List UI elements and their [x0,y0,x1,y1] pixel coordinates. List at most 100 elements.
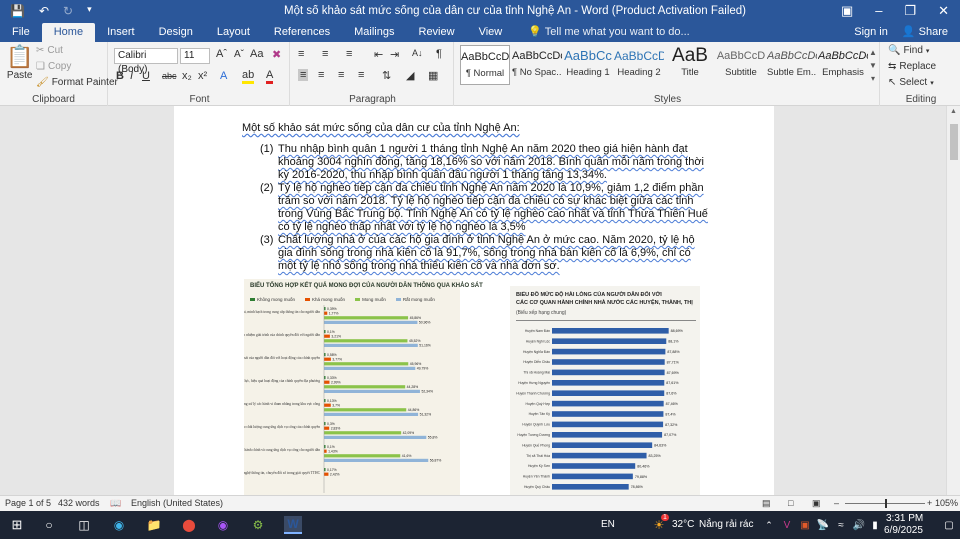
justify-icon[interactable]: ≡ [358,69,364,81]
network-icon[interactable]: 📡 [814,516,832,534]
decrease-indent-icon[interactable]: ⇤ [374,48,383,61]
save-icon[interactable]: 💾 [10,4,25,18]
customize-qat-icon[interactable]: ▾ [87,4,92,18]
superscript-icon[interactable]: x² [198,70,207,82]
messenger-icon[interactable]: ◉ [214,516,232,534]
font-color-icon[interactable]: A [266,70,274,84]
clock-time[interactable]: 3:31 PM [886,513,923,524]
zoom-out-icon[interactable]: – [834,498,839,508]
style-emphasis[interactable]: AaBbCcDc Emphasis [818,45,868,85]
restore-icon[interactable]: ❐ [904,3,916,19]
tab-references[interactable]: References [262,23,342,42]
underline-icon[interactable]: U [142,70,150,82]
style-no-spacing[interactable]: AaBbCcDc ¶ No Spac... [512,45,562,85]
share-button[interactable]: 👤 Share [902,23,948,42]
change-case-icon[interactable]: Aa [250,48,263,60]
cut-button[interactable]: ✂ Cut [36,45,63,56]
document-area[interactable]: Một số khảo sát mức sống của dân cư của … [0,106,946,495]
zoom-level[interactable]: 105% [935,498,958,508]
copy-button[interactable]: ❏ Copy [36,61,71,72]
align-right-icon[interactable]: ≡ [338,69,344,81]
tab-design[interactable]: Design [147,23,205,42]
tab-home[interactable]: Home [41,23,96,42]
task-view-icon[interactable]: ◫ [75,516,93,534]
pilcrow-icon[interactable]: ¶ [436,48,442,60]
notification-icon[interactable]: ▢ [940,516,958,534]
style-heading-1[interactable]: AaBbCc Heading 1 [563,45,613,85]
multilevel-list-icon[interactable]: ≡ [346,48,352,60]
file-explorer-icon[interactable]: 📁 [145,516,163,534]
shrink-font-icon[interactable]: Aˇ [234,49,244,60]
zoom-slider[interactable] [845,499,925,508]
numbering-icon[interactable]: ≡ [322,48,328,60]
input-language[interactable]: EN [601,519,615,530]
strikethrough-icon[interactable]: abc [162,71,177,81]
find-button[interactable]: 🔍 Find ▾ [888,45,929,56]
style-title[interactable]: AaB Title [665,45,715,85]
align-center-icon[interactable]: ≡ [318,69,324,81]
ribbon-display-icon[interactable]: ▣ [841,3,853,19]
subscript-icon[interactable]: x₂ [182,70,192,82]
style-subtle-emphasis[interactable]: AaBbCcDc Subtle Em... [767,45,817,85]
scroll-up-icon[interactable]: ▲ [950,108,957,115]
bullets-icon[interactable]: ≡ [298,48,304,60]
close-icon[interactable]: ✕ [938,3,949,19]
proofing-icon[interactable]: 📖 [110,498,121,509]
highlight-icon[interactable]: ab [242,70,255,84]
tab-review[interactable]: Review [407,23,467,42]
web-layout-icon[interactable]: ▣ [812,498,821,509]
chevron-up-icon[interactable]: ⌃ [760,516,778,534]
clear-formatting-icon[interactable]: ✖ [272,48,281,61]
minimize-icon[interactable]: – [875,3,882,19]
page-count[interactable]: Page 1 of 5 [5,498,51,508]
format-painter-button[interactable]: 🖌 Format Painter [36,77,118,88]
battery-icon[interactable]: ▮ [866,516,884,534]
print-layout-icon[interactable]: □ [788,498,793,508]
app-icon[interactable]: ⚙ [249,516,267,534]
styles-scroll[interactable]: ▲ ▼ ▾ [868,46,878,85]
tab-file[interactable]: File [0,23,42,42]
bold-icon[interactable]: B [116,70,124,82]
tab-view[interactable]: View [467,23,515,42]
style-heading-2[interactable]: AaBbCcD Heading 2 [614,45,664,85]
style-subtitle[interactable]: AaBbCcD Subtitle [716,45,766,85]
chrome-icon[interactable]: ⬤ [180,516,198,534]
font-name-select[interactable]: Calibri (Body) [114,48,178,75]
clock-date[interactable]: 6/9/2025 [884,525,923,536]
style-normal[interactable]: AaBbCcDc ¶ Normal [460,45,510,85]
paste-button[interactable]: 📋 Paste [6,44,33,81]
infographic-satisfaction[interactable]: BIỂU ĐỒ MỨC ĐỘ HÀI LÒNG CỦA NGƯỜI DÂN ĐỐ… [510,286,700,495]
read-mode-icon[interactable]: ▤ [762,498,771,509]
document-page[interactable]: Một số khảo sát mức sống của dân cư của … [174,106,774,495]
sign-in-link[interactable]: Sign in [854,23,888,42]
italic-icon[interactable]: I [130,70,133,82]
replace-button[interactable]: ⇆ Replace [888,61,936,72]
search-icon[interactable]: ○ [40,516,58,534]
edge-browser-icon[interactable]: ◉ [110,516,128,534]
language[interactable]: English (United States) [131,498,223,508]
font-size-select[interactable]: 11 [180,48,210,64]
increase-indent-icon[interactable]: ⇥ [390,48,399,61]
tray-app-icon[interactable]: V [778,516,796,534]
tab-insert[interactable]: Insert [95,23,147,42]
tray-app-icon-2[interactable]: ▣ [796,516,814,534]
tab-mailings[interactable]: Mailings [342,23,406,42]
undo-icon[interactable]: ↶ [39,4,49,18]
windows-start-icon[interactable]: ⊞ [8,516,26,534]
redo-icon[interactable]: ↻ [63,4,73,18]
text-effects-icon[interactable]: A [220,70,227,82]
line-spacing-icon[interactable]: ⇅ [382,69,391,82]
zoom-slider-handle[interactable] [885,499,887,508]
wifi-icon[interactable]: ≈ [832,516,850,534]
shading-icon[interactable]: ◢ [406,69,414,82]
sort-icon[interactable]: A↓ [412,48,423,58]
select-button[interactable]: ↖ Select ▾ [888,77,934,88]
vertical-scrollbar[interactable]: ▲ [946,106,960,495]
word-app-icon[interactable]: W [284,516,302,534]
weather-text[interactable]: Nắng rải rác [699,519,753,530]
align-left-icon[interactable]: ≡ [298,69,309,81]
tab-layout[interactable]: Layout [205,23,262,42]
temperature[interactable]: 32°C [672,519,694,530]
zoom-in-icon[interactable]: + [927,498,932,508]
word-count[interactable]: 432 words [58,498,100,508]
